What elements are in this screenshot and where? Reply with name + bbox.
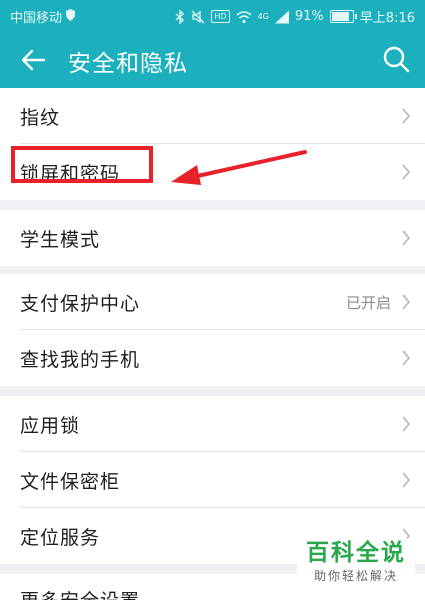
setting-row-payment-protection[interactable]: 支付保护中心 已开启 [0,274,425,330]
arrow-left-icon[interactable] [18,45,48,75]
setting-label: 支付保护中心 [20,293,141,315]
settings-section-2: 学生模式 [0,210,425,266]
watermark-logo: 百科全说 助你轻松解决 [297,538,415,594]
chevron-right-icon [402,294,411,310]
annotation-arrow-icon [171,150,307,185]
setting-row-find-my-phone[interactable]: 查找我的手机 [0,330,425,386]
app-header: 中国移动 HD 4G 91% 早上8:16 安全和隐私 [0,0,425,88]
setting-row-fingerprint[interactable]: 指纹 [0,88,425,144]
setting-label: 更多安全设置 [20,586,140,600]
carrier-label: 中国移动 [10,7,76,26]
highlight-box [11,146,153,183]
settings-section-3: 支付保护中心 已开启 查找我的手机 [0,274,425,386]
setting-label: 查找我的手机 [20,349,141,371]
signal-icon [274,10,289,23]
hd-icon: HD [211,10,230,23]
page-title: 安全和隐私 [68,51,188,77]
setting-label: 定位服务 [20,527,101,549]
wifi-icon [236,10,252,23]
setting-label: 文件保密柜 [20,471,121,493]
chevron-right-icon [402,472,411,488]
mute-icon [191,10,205,23]
chevron-right-icon [402,350,411,366]
setting-label: 指纹 [20,107,61,129]
chevron-right-icon [402,416,411,432]
chevron-right-icon [402,164,411,180]
chevron-right-icon [402,108,411,124]
search-icon[interactable] [381,44,411,74]
network-type: 4G [257,12,269,21]
setting-row-file-safe[interactable]: 文件保密柜 [0,452,425,508]
title-bar: 安全和隐私 [0,32,425,88]
watermark-subtitle: 助你轻松解决 [313,569,398,583]
status-icons: HD 4G 91% 早上8:16 [175,7,415,26]
setting-row-app-lock[interactable]: 应用锁 [0,396,425,452]
chevron-right-icon [402,230,411,246]
status-bar: 中国移动 HD 4G 91% 早上8:16 [0,0,425,32]
watermark-title: 百科全说 [306,540,406,566]
shield-icon [66,9,76,21]
setting-label: 学生模式 [20,229,101,251]
battery-icon [329,10,357,23]
setting-row-student-mode[interactable]: 学生模式 [0,210,425,266]
setting-value: 已开启 [345,294,391,312]
setting-label: 应用锁 [20,415,81,437]
clock: 早上8:16 [359,11,415,26]
battery-percent: 91% [294,9,324,24]
bluetooth-icon [175,9,185,24]
